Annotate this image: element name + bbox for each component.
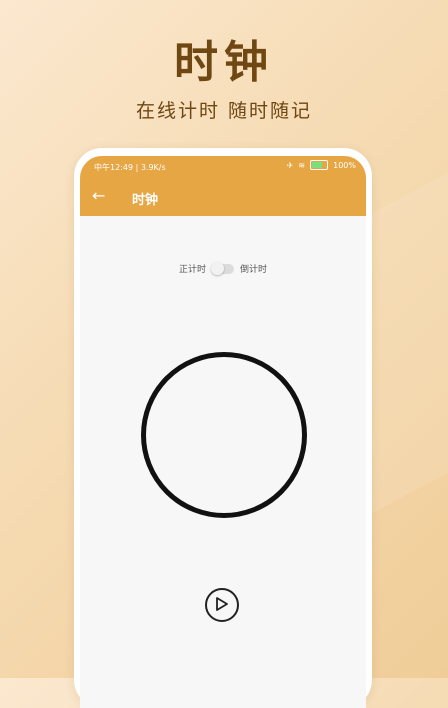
play-icon [216, 597, 228, 611]
app-bar-title: 时钟 [132, 193, 159, 208]
back-arrow-icon[interactable]: ← [92, 186, 105, 205]
status-icons: ✈ ≋ 100% [287, 160, 356, 170]
clock-circle [141, 352, 307, 518]
phone-screen: 中午12:49 | 3.9K/s ✈ ≋ 100% ← 时钟 正计时 倒计时 [80, 156, 366, 708]
promo-title: 时钟 [174, 37, 274, 88]
timer-mode-switch[interactable] [211, 261, 234, 275]
play-button[interactable] [205, 588, 239, 622]
promo-subtitle: 在线计时 随时随记 [135, 100, 313, 122]
switch-knob [211, 261, 224, 275]
phone-frame: 中午12:49 | 3.9K/s ✈ ≋ 100% ← 时钟 正计时 倒计时 [74, 148, 372, 708]
app-bar: ← 时钟 [80, 178, 366, 216]
battery-level: 100% [333, 160, 356, 170]
countdown-label: 倒计时 [240, 265, 268, 275]
timer-mode-toggle-row: 正计时 倒计时 [80, 261, 366, 275]
status-bar: 中午12:49 | 3.9K/s ✈ ≋ 100% [80, 156, 366, 178]
wifi-icon: ≋ [298, 160, 306, 170]
status-time-network: 中午12:49 | 3.9K/s [94, 163, 166, 172]
count-up-label: 正计时 [178, 265, 206, 275]
battery-icon [310, 160, 329, 170]
airplane-icon: ✈ [286, 160, 294, 170]
